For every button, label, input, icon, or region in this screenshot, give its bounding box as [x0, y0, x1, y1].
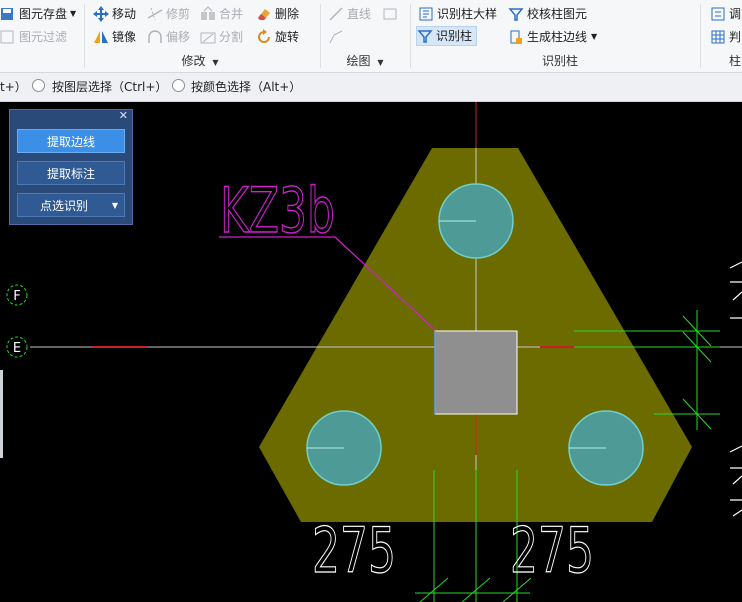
- trim-label: 修剪: [166, 7, 191, 21]
- adjust-button[interactable]: 调: [710, 4, 741, 24]
- selection-partial-label: t+）: [0, 80, 27, 94]
- ribbon-separator: [700, 4, 701, 68]
- column-label[interactable]: KZ3b: [219, 173, 335, 247]
- delete-button[interactable]: 删除: [256, 4, 299, 24]
- split-label: 分割: [219, 30, 244, 44]
- grid-icon: [710, 29, 726, 45]
- ribbon-separator: [320, 4, 321, 68]
- trim-icon: [147, 6, 163, 22]
- merge-icon: [200, 6, 216, 22]
- save-element-label: 图元存盘: [19, 7, 68, 21]
- chevron-down-icon[interactable]: ▼: [112, 194, 118, 218]
- column-edge-icon: [508, 29, 524, 45]
- column-detail-icon: [418, 6, 434, 22]
- dimension-right: 275: [510, 514, 594, 587]
- chevron-down-icon: ▼: [591, 32, 598, 41]
- rectangle-icon: [382, 6, 398, 22]
- filter-icon: [0, 29, 16, 45]
- chevron-down-icon: ▼: [377, 58, 384, 67]
- line-icon: [328, 6, 344, 22]
- left-edge-scrollbar[interactable]: [0, 370, 3, 458]
- split-icon: [200, 29, 216, 45]
- rectangle-button[interactable]: [382, 4, 401, 24]
- rotate-button[interactable]: 旋转: [256, 27, 299, 47]
- group-recognize-label: 识别柱: [541, 54, 578, 68]
- generate-column-edge-button[interactable]: 生成柱边线 ▼: [508, 27, 597, 47]
- move-label: 移动: [112, 7, 137, 21]
- judge-label: 判: [729, 30, 742, 44]
- axis-f-label: F: [13, 289, 20, 304]
- line-label: 直线: [347, 7, 372, 21]
- adjust-icon: [710, 6, 726, 22]
- trim-button[interactable]: 修剪: [147, 4, 190, 24]
- recognize-column-label: 识别柱: [436, 29, 473, 43]
- split-button[interactable]: 分割: [200, 27, 243, 47]
- dimension-left: 275: [312, 514, 396, 587]
- by-color-radio[interactable]: [172, 79, 185, 92]
- by-color-label[interactable]: 按颜色选择（Alt+）: [191, 80, 301, 94]
- delete-label: 删除: [275, 7, 300, 21]
- recognize-panel: ✕ 提取边线 提取标注 点选识别 ▼: [9, 109, 133, 225]
- mirror-button[interactable]: 镜像: [93, 27, 136, 47]
- offset-button[interactable]: 偏移: [147, 27, 190, 47]
- group-draw[interactable]: 绘图 ▼: [330, 53, 400, 69]
- mirror-icon: [93, 29, 109, 45]
- generate-column-edge-label: 生成柱边线: [527, 30, 588, 44]
- polyline-icon: [328, 29, 344, 45]
- point-recognize-label: 点选识别: [39, 199, 88, 213]
- save-element-icon: [0, 6, 16, 22]
- ribbon-toolbar: 图元存盘 ▼ 图元过滤 移动 修剪 合并 删除 镜像 偏移 分割 旋转 修改 ▼…: [0, 0, 742, 73]
- ribbon-separator: [410, 4, 411, 68]
- group-partial: 柱: [728, 53, 742, 69]
- recognize-column-icon: [417, 28, 433, 44]
- merge-label: 合并: [219, 7, 244, 21]
- extract-label-button[interactable]: 提取标注: [17, 161, 125, 185]
- by-layer-label[interactable]: 按图层选择（Ctrl+）: [52, 80, 167, 94]
- selection-bar: t+） 按图层选择（Ctrl+） 按颜色选择（Alt+）: [0, 73, 742, 102]
- group-recognize: 识别柱: [510, 53, 610, 69]
- offset-label: 偏移: [166, 30, 191, 44]
- merge-button[interactable]: 合并: [200, 4, 243, 24]
- group-modify-label: 修改: [181, 54, 206, 68]
- filter-element-label: 图元过滤: [19, 30, 68, 44]
- offset-icon: [147, 29, 163, 45]
- move-button[interactable]: 移动: [93, 4, 136, 24]
- check-column-icon: [508, 6, 524, 22]
- polyline-button[interactable]: [328, 27, 347, 47]
- filter-element-button[interactable]: 图元过滤: [0, 27, 67, 47]
- group-partial-label: 柱: [728, 54, 741, 68]
- judge-button[interactable]: 判: [710, 27, 741, 47]
- group-draw-label: 绘图: [346, 54, 371, 68]
- line-button[interactable]: 直线: [328, 4, 371, 24]
- recognize-column-detail-button[interactable]: 识别柱大样: [418, 4, 497, 24]
- chevron-down-icon: ▼: [70, 9, 77, 18]
- axis-e-label: E: [13, 341, 21, 356]
- adjust-label: 调: [729, 7, 742, 21]
- check-column-label: 校核柱图元: [527, 7, 588, 21]
- point-recognize-button[interactable]: 点选识别 ▼: [17, 193, 125, 217]
- ribbon-separator: [84, 4, 85, 68]
- by-layer-radio[interactable]: [32, 79, 45, 92]
- check-column-button[interactable]: 校核柱图元: [508, 4, 587, 24]
- recognize-column-detail-label: 识别柱大样: [437, 7, 498, 21]
- move-icon: [93, 6, 109, 22]
- save-element-button[interactable]: 图元存盘 ▼: [0, 4, 76, 24]
- close-icon[interactable]: ✕: [119, 110, 128, 122]
- extract-edge-button[interactable]: 提取边线: [17, 129, 125, 153]
- column-kz3b[interactable]: [434, 330, 518, 415]
- mirror-label: 镜像: [112, 30, 137, 44]
- rotate-icon: [256, 29, 272, 45]
- recognize-column-button[interactable]: 识别柱: [416, 26, 478, 46]
- eraser-icon: [256, 6, 272, 22]
- rotate-label: 旋转: [275, 30, 300, 44]
- group-modify[interactable]: 修改 ▼: [150, 53, 250, 69]
- chevron-down-icon: ▼: [212, 58, 219, 67]
